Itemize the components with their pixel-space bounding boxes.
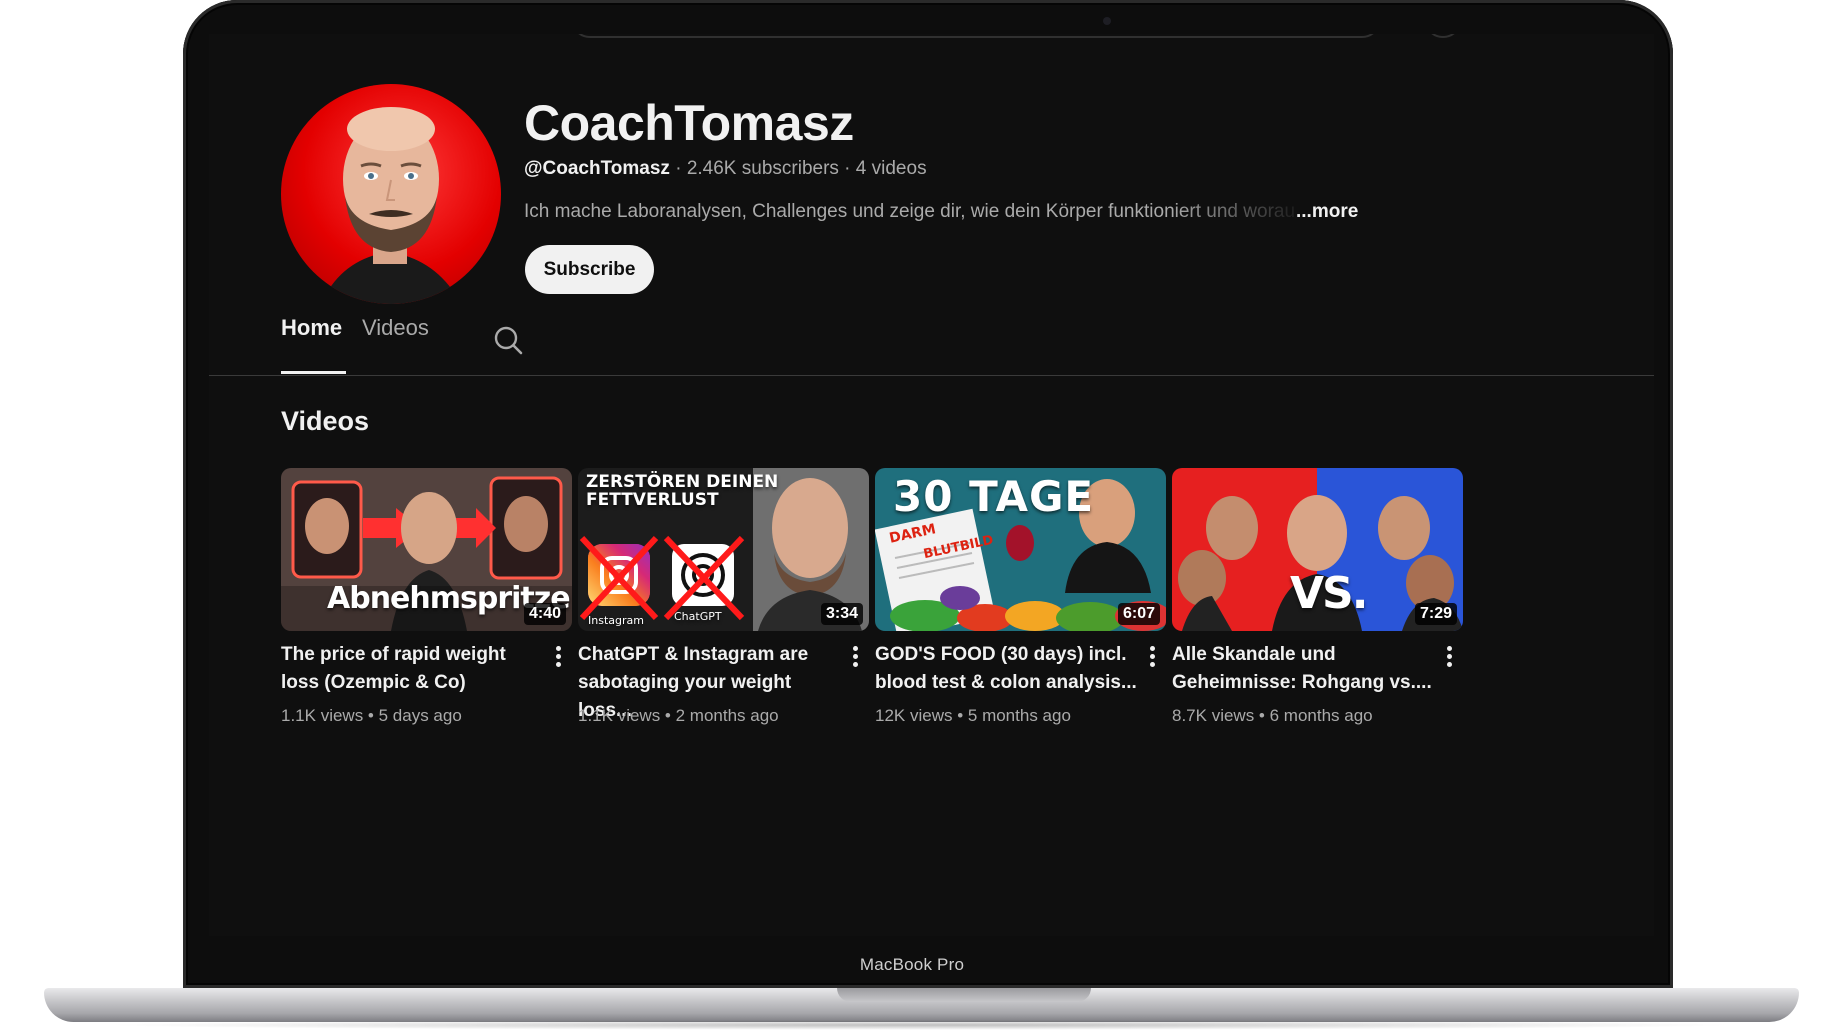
channel-name: CoachTomasz bbox=[524, 95, 854, 151]
laptop-base-notch bbox=[837, 988, 1091, 1002]
meta-separator: · bbox=[838, 158, 856, 179]
thumbnail-label: Instagram bbox=[588, 614, 644, 627]
video-title[interactable]: Alle Skandale und Geheimnisse: Rohgang v… bbox=[1172, 641, 1434, 697]
tabs-divider bbox=[209, 375, 1654, 376]
tab-videos[interactable]: Videos bbox=[362, 315, 429, 355]
video-stats: 1.1K views • 5 days ago bbox=[281, 706, 462, 725]
search-icon[interactable] bbox=[493, 325, 523, 355]
thumbnail-caption: VS. bbox=[1290, 568, 1368, 619]
video-card[interactable]: 30 TAGE DARM BLUTBILD 6:07 GOD'S FOOD (3… bbox=[875, 468, 1166, 728]
video-thumbnail[interactable]: ZERSTÖREN DEINEN FETTVERLUST Instagram C… bbox=[578, 468, 869, 631]
thumbnail-label: ChatGPT bbox=[674, 610, 722, 623]
video-duration: 6:07 bbox=[1117, 603, 1160, 625]
video-stats: 8.7K views • 6 months ago bbox=[1172, 706, 1373, 725]
channel-handle[interactable]: @CoachTomasz bbox=[524, 158, 670, 179]
video-duration: 3:34 bbox=[820, 603, 863, 625]
video-thumbnail[interactable]: 30 TAGE DARM BLUTBILD 6:07 bbox=[875, 468, 1166, 631]
video-stats: 1.1K views • 2 months ago bbox=[578, 706, 779, 725]
more-options-icon[interactable] bbox=[1145, 644, 1159, 670]
video-thumbnail[interactable]: Abnehmspritze 4:40 bbox=[281, 468, 572, 631]
thumbnail-caption: FETTVERLUST bbox=[586, 490, 719, 510]
mic-button-edge[interactable] bbox=[1424, 34, 1462, 38]
subscribe-button[interactable]: Subscribe bbox=[525, 245, 654, 294]
video-card[interactable]: Abnehmspritze 4:40 The price of rapid we… bbox=[281, 468, 572, 728]
search-bar-edge[interactable] bbox=[571, 34, 1381, 38]
video-duration: 4:40 bbox=[523, 603, 566, 625]
video-card[interactable]: ZERSTÖREN DEINEN FETTVERLUST Instagram C… bbox=[578, 468, 869, 728]
subscriber-count: 2.46K subscribers bbox=[686, 158, 839, 179]
more-link[interactable]: ...more bbox=[1296, 201, 1358, 223]
channel-meta: @CoachTomasz · 2.46K subscribers · 4 vid… bbox=[524, 158, 927, 180]
meta-separator: · bbox=[669, 158, 687, 179]
laptop-base bbox=[44, 988, 1799, 1022]
tab-home[interactable]: Home bbox=[281, 315, 342, 355]
video-stats: 12K views • 5 months ago bbox=[875, 706, 1071, 725]
thumbnail-caption: 30 TAGE bbox=[893, 472, 1095, 521]
video-duration: 7:29 bbox=[1414, 603, 1457, 625]
video-thumbnail[interactable]: VS. 7:29 bbox=[1172, 468, 1463, 631]
camera-dot bbox=[1103, 17, 1111, 25]
active-tab-indicator bbox=[281, 371, 346, 374]
thumbnail-caption: ZERSTÖREN DEINEN bbox=[586, 472, 779, 492]
laptop-shadow bbox=[100, 1020, 1740, 1030]
more-options-icon[interactable] bbox=[848, 644, 862, 670]
channel-avatar bbox=[281, 84, 501, 304]
video-card[interactable]: VS. 7:29 Alle Skandale und Geheimnisse: … bbox=[1172, 468, 1463, 728]
video-count: 4 videos bbox=[855, 158, 927, 179]
more-options-icon[interactable] bbox=[1442, 644, 1456, 670]
youtube-channel-page: CoachTomasz @CoachTomasz · 2.46K subscri… bbox=[209, 34, 1654, 936]
video-title[interactable]: GOD'S FOOD (30 days) incl. blood test & … bbox=[875, 641, 1137, 697]
channel-description[interactable]: Ich mache Laboranalysen, Challenges und … bbox=[524, 201, 1294, 223]
more-options-icon[interactable] bbox=[551, 644, 565, 670]
section-title: Videos bbox=[281, 406, 370, 436]
device-label: MacBook Pro bbox=[859, 955, 965, 974]
video-title[interactable]: The price of rapid weight loss (Ozempic … bbox=[281, 641, 543, 697]
